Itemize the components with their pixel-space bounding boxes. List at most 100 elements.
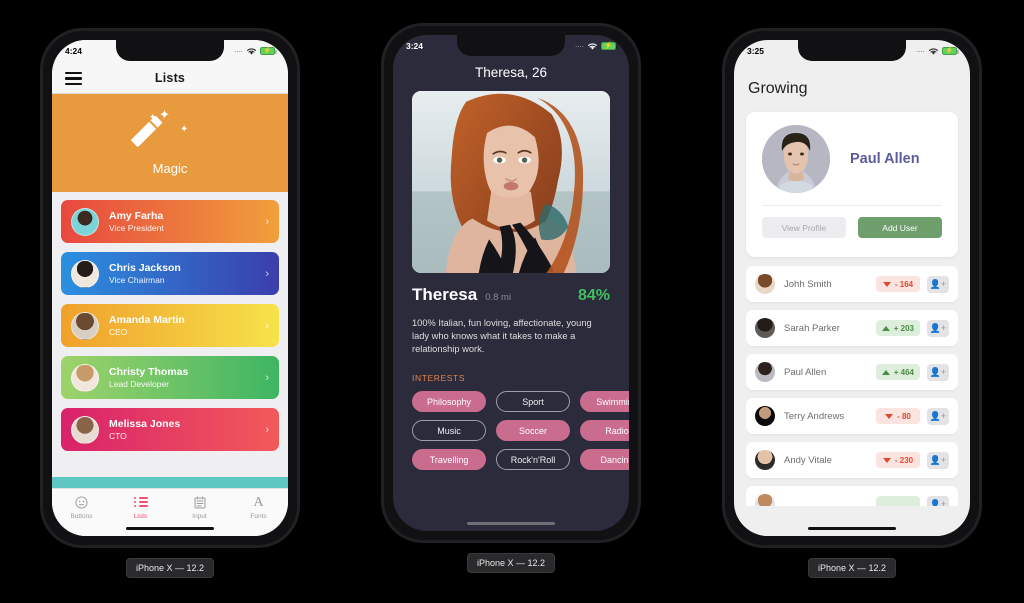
chevron-right-icon: ›: [265, 423, 269, 436]
interest-tag[interactable]: Dancing: [580, 449, 629, 470]
list-item[interactable]: Amy Farha Vice President ›: [61, 200, 279, 243]
add-user-icon[interactable]: 👤+: [927, 275, 949, 293]
contact-role: Vice President: [109, 222, 164, 233]
tab-lists[interactable]: Lists: [111, 495, 170, 520]
add-user-icon[interactable]: 👤+: [927, 407, 949, 425]
contact-name: Christy Thomas: [109, 366, 189, 379]
table-row[interactable]: Andy Vitale - 230 👤+: [746, 442, 958, 478]
status-time: 4:24: [65, 46, 83, 56]
avatar: [762, 125, 830, 193]
interests-label: INTERESTS: [412, 373, 466, 383]
page-title: Growing: [748, 80, 808, 97]
contact-name: Chris Jackson: [109, 262, 181, 275]
chevron-right-icon: ›: [265, 319, 269, 332]
accent-strip: [52, 477, 288, 488]
interest-tag[interactable]: Soccer: [496, 420, 570, 441]
phone-frame: 3:25 .... ⚡ Growing Paul Allen View Prof…: [722, 28, 982, 548]
badge-value: + 203: [893, 323, 914, 333]
wifi-icon: [588, 42, 597, 50]
avatar: [755, 318, 775, 338]
avatar: [71, 207, 99, 236]
interest-tag[interactable]: Music: [412, 420, 486, 441]
arrow-down-icon: [882, 457, 891, 463]
badge-value: - 80: [897, 411, 911, 421]
row-name: Paul Allen: [784, 366, 827, 378]
interest-tag[interactable]: Swimming: [580, 391, 629, 412]
battery-charging-icon: ⚡: [942, 47, 959, 55]
battery-charging-icon: ⚡: [601, 42, 618, 50]
featured-user-card: Paul Allen View Profile Add User: [746, 112, 958, 257]
smiley-icon: [75, 495, 88, 510]
battery-charging-icon: ⚡: [260, 47, 277, 55]
tab-buttons[interactable]: Buttons: [52, 495, 111, 520]
status-time: 3:24: [406, 41, 424, 51]
tab-fonts[interactable]: A Fonts: [229, 495, 288, 521]
table-row[interactable]: Terry Andrews - 80 👤+: [746, 398, 958, 434]
device-label: iPhone X — 12.2: [466, 553, 556, 573]
add-user-button[interactable]: Add User: [858, 217, 942, 238]
interest-tag[interactable]: Radio: [580, 420, 629, 441]
view-profile-button[interactable]: View Profile: [762, 217, 846, 238]
status-badge: - 164: [876, 276, 920, 292]
signal-dots-icon: ....: [575, 43, 584, 49]
tab-label: Buttons: [70, 513, 93, 520]
status-badge: + 464: [875, 364, 920, 380]
list-item[interactable]: Melissa Jones CTO ›: [61, 408, 279, 451]
add-user-icon[interactable]: 👤+: [927, 451, 949, 469]
table-row[interactable]: Paul Allen + 464 👤+: [746, 354, 958, 390]
interest-tag[interactable]: Sport: [496, 391, 570, 412]
row-name: Sarah Parker: [784, 322, 840, 334]
growing-list: Johh Smith - 164 👤+ Sarah Parker + 203 👤…: [746, 266, 958, 536]
avatar: [71, 363, 99, 392]
contact-role: CEO: [109, 326, 128, 337]
avatar: [71, 259, 99, 288]
add-user-icon[interactable]: 👤+: [927, 363, 949, 381]
tab-label: Fonts: [250, 513, 267, 520]
notch: [798, 40, 906, 61]
add-user-icon[interactable]: 👤+: [927, 319, 949, 337]
tab-input[interactable]: Input: [170, 495, 229, 520]
interest-tag[interactable]: Travelling: [412, 449, 486, 470]
badge-value: + 464: [893, 367, 914, 377]
status-time: 3:25: [747, 46, 765, 56]
contact-name: Amanda Martin: [109, 314, 185, 327]
arrow-down-icon: [882, 281, 891, 287]
profile-header: Theresa, 26: [474, 65, 548, 80]
arrow-up-icon: [881, 325, 890, 331]
contact-role: Vice Chairman: [109, 274, 165, 285]
device-phone-2: 3:24 .... ⚡ Theresa, 26 Theresa 0.8 mi 8…: [381, 23, 641, 573]
menu-icon[interactable]: [65, 71, 82, 85]
list-item[interactable]: Chris Jackson Vice Chairman ›: [61, 252, 279, 295]
tab-label: Lists: [133, 513, 148, 520]
interest-tag[interactable]: Philosophy: [412, 391, 486, 412]
list-item[interactable]: Amanda Martin CEO ›: [61, 304, 279, 347]
table-row[interactable]: Sarah Parker + 203 👤+: [746, 310, 958, 346]
status-badge: + 203: [875, 320, 920, 336]
magic-banner[interactable]: ✦ ✦ ✦ ✦ Magic: [52, 94, 288, 192]
table-row[interactable]: Johh Smith - 164 👤+: [746, 266, 958, 302]
interest-tags: Philosophy Sport Swimming Music Soccer R…: [412, 391, 629, 470]
featured-user-name: Paul Allen: [850, 151, 920, 167]
phone-screen: 4:24 .... ⚡ Lists ✦ ✦ ✦ ✦ Magic Amy Farh…: [52, 40, 288, 536]
contact-list: Amy Farha Vice President › Chris Jackson…: [52, 196, 288, 488]
signal-dots-icon: ....: [234, 48, 243, 54]
magic-label: Magic: [152, 161, 188, 176]
list-icon: [133, 495, 148, 510]
badge-value: - 164: [894, 279, 914, 289]
avatar: [755, 450, 775, 470]
device-label: iPhone X — 12.2: [807, 558, 897, 578]
wifi-icon: [247, 47, 256, 55]
device-phone-3: 3:25 .... ⚡ Growing Paul Allen View Prof…: [722, 28, 982, 578]
row-name: Johh Smith: [784, 278, 832, 290]
contact-name: Melissa Jones: [109, 418, 181, 431]
row-name: Andy Vitale: [784, 454, 832, 466]
arrow-up-icon: [881, 369, 890, 375]
list-item[interactable]: Christy Thomas Lead Developer ›: [61, 356, 279, 399]
avatar: [755, 274, 775, 294]
interest-tag[interactable]: Rock'n'Roll: [496, 449, 570, 470]
phone-frame: 4:24 .... ⚡ Lists ✦ ✦ ✦ ✦ Magic Amy Farh…: [40, 28, 300, 548]
profile-photo[interactable]: [412, 91, 610, 273]
wifi-icon: [929, 47, 938, 55]
form-input-icon: [194, 495, 206, 510]
phone-screen: 3:25 .... ⚡ Growing Paul Allen View Prof…: [734, 40, 970, 536]
